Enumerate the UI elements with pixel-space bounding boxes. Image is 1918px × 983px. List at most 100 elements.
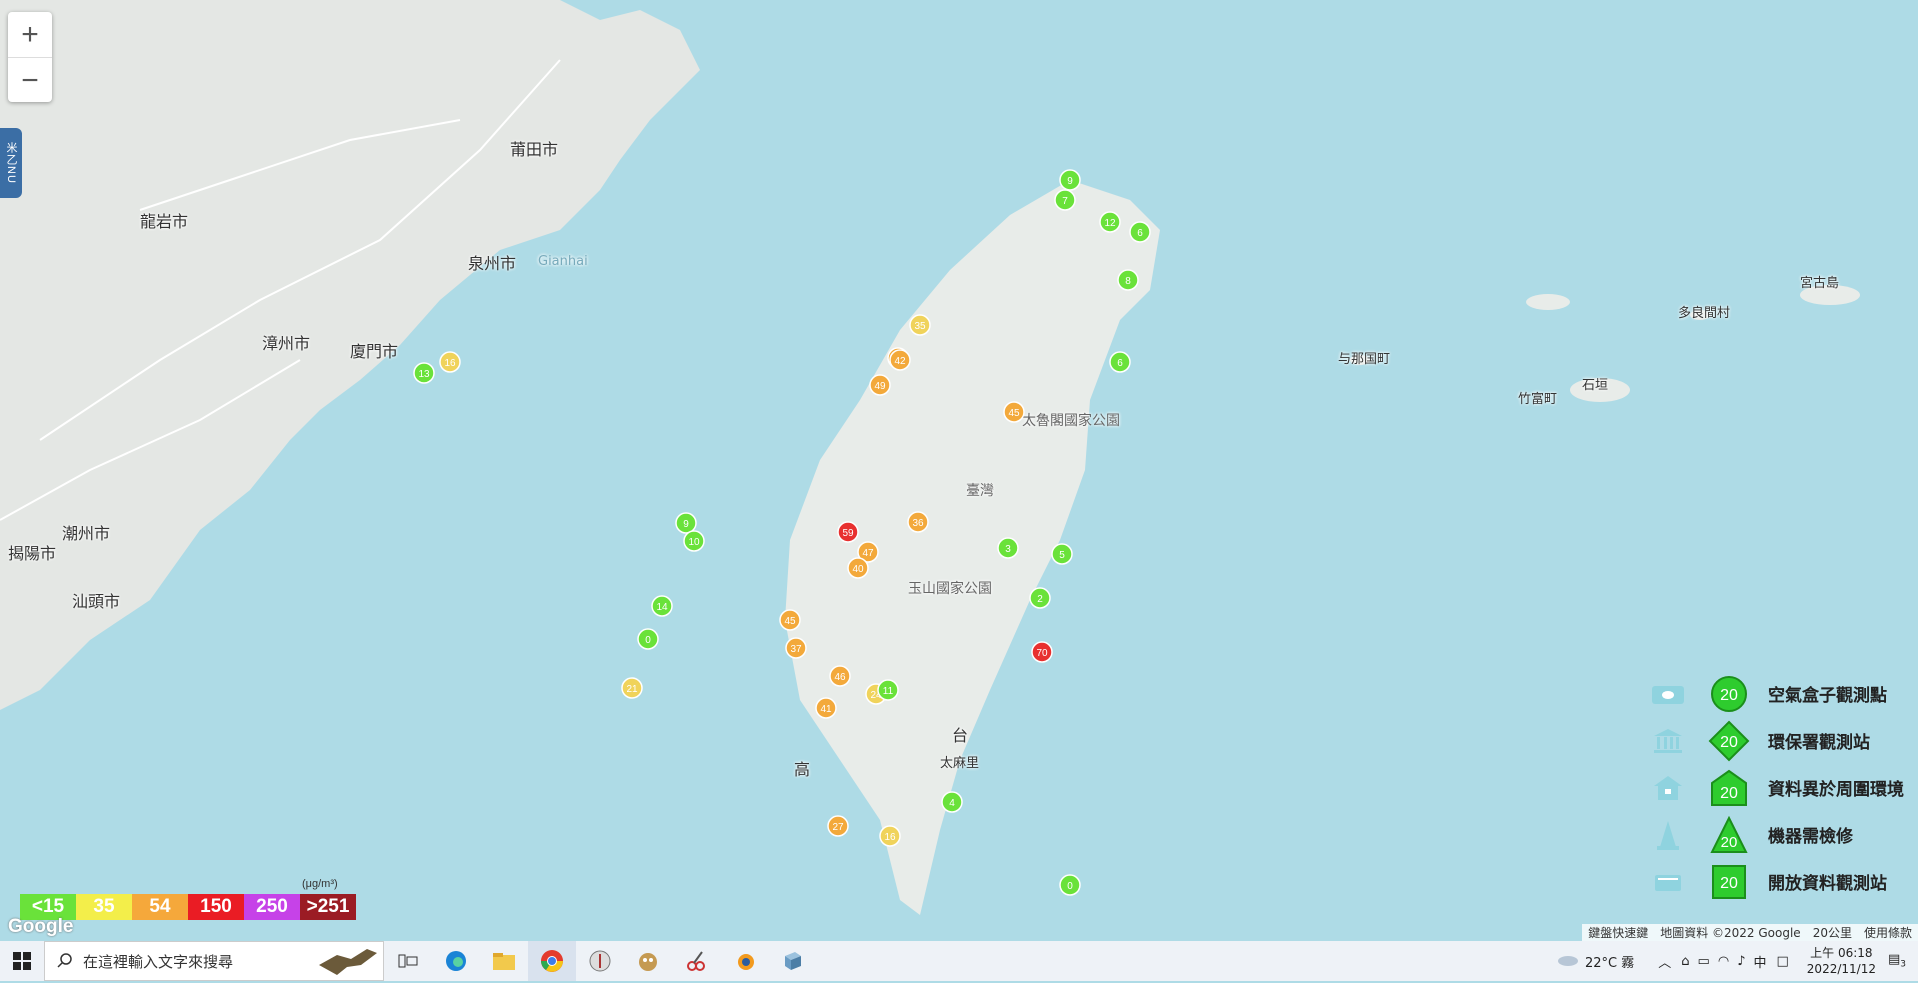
sensor-marker[interactable]: 41 [815, 697, 837, 719]
sensor-marker[interactable]: 37 [785, 637, 807, 659]
sensor-marker[interactable]: 2 [1029, 587, 1051, 609]
keyboard-shortcuts-link[interactable]: 鍵盤快速鍵 [1588, 924, 1648, 941]
menu-tab[interactable]: 米乙NU [0, 128, 22, 198]
battery-icon[interactable]: ▭ [1698, 954, 1710, 969]
sensor-value: 11 [883, 686, 894, 697]
sensor-marker[interactable]: 36 [907, 511, 929, 533]
aqi-unit: (μg/m³) [302, 878, 338, 890]
sensor-marker[interactable]: 16 [879, 825, 901, 847]
aqi-level: >251 [300, 894, 356, 920]
wifi-icon[interactable]: ◠ [1718, 954, 1729, 969]
sensor-value: 35 [914, 321, 926, 332]
sensor-marker[interactable]: 14 [651, 595, 673, 617]
sensor-value: 9 [683, 519, 689, 530]
clock[interactable]: 上午 06:18 2022/11/12 [1807, 945, 1876, 977]
sensor-marker[interactable]: 11 [877, 679, 899, 701]
zoom-in-button[interactable]: + [8, 12, 52, 58]
traffic-cone-icon [1648, 815, 1688, 855]
marker-layer[interactable]: 9126846494235594740364537414624271670459… [0, 0, 1918, 941]
sensor-value: 46 [834, 672, 846, 683]
sensor-value: 41 [820, 704, 832, 715]
sensor-value: 4 [949, 798, 955, 809]
file-explorer-icon[interactable] [480, 941, 528, 981]
diamond-marker-icon: 20 [1706, 720, 1752, 762]
legend-row: 20 開放資料觀測站 [1648, 858, 1904, 905]
legend-label: 開放資料觀測站 [1768, 874, 1887, 894]
legend-label: 機器需檢修 [1768, 827, 1853, 847]
volume-icon[interactable]: ♪ [1737, 954, 1745, 969]
sensor-value: 0 [645, 635, 651, 646]
notification-icon[interactable]: ▤3 [1888, 952, 1906, 970]
compass-app-icon[interactable] [576, 941, 624, 981]
square-marker-icon: 20 [1706, 864, 1752, 900]
sensor-marker[interactable]: 21 [621, 677, 643, 699]
map-area[interactable]: 莆田市 龍岩市 泉州市 漳州市 廈門市 潮州市 揭陽市 汕頭市 宮古島 多良間村… [0, 0, 1918, 941]
map-data-text: 地圖資料 ©2022 Google [1660, 926, 1801, 940]
sensor-marker[interactable]: 16 [439, 351, 461, 373]
sensor-marker[interactable]: 6 [1129, 221, 1151, 243]
terms-link[interactable]: 使用條款 [1864, 924, 1912, 941]
weather-text[interactable]: 22°C 霧 [1585, 952, 1634, 971]
sensor-marker[interactable]: 4 [941, 791, 963, 813]
sensor-value: 40 [852, 564, 864, 575]
sensor-marker[interactable]: 13 [413, 362, 435, 384]
sensor-marker[interactable]: 7 [1054, 189, 1076, 211]
sensor-marker[interactable]: 59 [837, 521, 859, 543]
system-tray: 22°C 霧 ︿ ⌂ ▭ ◠ ♪ 中 □ 上午 06:18 2022/11/12… [1557, 941, 1918, 981]
zoom-out-button[interactable]: − [8, 58, 52, 103]
legend-label: 空氣盒子觀測點 [1768, 686, 1887, 706]
sensor-marker[interactable]: 0 [637, 628, 659, 650]
sensor-marker[interactable]: 10 [683, 530, 705, 552]
sensor-value: 45 [784, 616, 796, 627]
time-text: 上午 06:18 [1810, 946, 1873, 960]
circle-marker-icon: 20 [1706, 675, 1752, 713]
taskbar-search[interactable]: 在這裡輸入文字來搜尋 [44, 941, 384, 981]
sensor-value: 6 [1137, 228, 1143, 239]
sensor-marker[interactable]: 45 [779, 609, 801, 631]
sensor-marker[interactable]: 9 [1059, 169, 1081, 191]
sensor-marker[interactable]: 35 [909, 314, 931, 336]
scale-bar-label[interactable]: 20公里 [1813, 924, 1852, 941]
sensor-marker[interactable]: 27 [827, 815, 849, 837]
chrome-icon[interactable] [528, 941, 576, 981]
sensor-value: 37 [790, 644, 802, 655]
sensor-value: 2 [1037, 594, 1043, 605]
triangle-marker-icon: 20 [1706, 815, 1752, 854]
legend-marker-value: 20 [1720, 785, 1738, 802]
people-icon[interactable]: ⌂ [1681, 954, 1689, 969]
sensor-value: 36 [912, 518, 924, 529]
sensor-value: 49 [874, 381, 886, 392]
sensor-marker[interactable]: 8 [1117, 269, 1139, 291]
edge-icon[interactable] [432, 941, 480, 981]
legend-label: 環保署觀測站 [1768, 733, 1870, 753]
sensor-marker[interactable]: 3 [997, 537, 1019, 559]
sensor-value: 10 [688, 537, 700, 548]
sensor-marker[interactable]: 45 [1003, 401, 1025, 423]
chevron-up-icon[interactable]: ︿ [1658, 952, 1671, 971]
ime-indicator[interactable]: 中 [1753, 952, 1766, 971]
sensor-marker[interactable]: 12 [1099, 211, 1121, 233]
blender-icon[interactable] [720, 941, 768, 981]
legend-marker-value: 20 [1720, 734, 1738, 751]
ime-mode-icon[interactable]: □ [1777, 954, 1789, 969]
task-view-button[interactable] [384, 941, 432, 981]
sensor-marker[interactable]: 42 [889, 349, 911, 371]
zoom-control: + − [8, 12, 52, 102]
app-box-icon[interactable] [768, 941, 816, 981]
google-logo: Google [8, 916, 74, 937]
sensor-marker[interactable]: 49 [869, 374, 891, 396]
house-marker-icon: 20 [1706, 769, 1752, 807]
owl-app-icon[interactable] [624, 941, 672, 981]
sensor-value: 16 [884, 832, 896, 843]
sensor-marker[interactable]: 0 [1059, 874, 1081, 896]
sensor-marker[interactable]: 5 [1051, 543, 1073, 565]
sensor-marker[interactable]: 40 [847, 557, 869, 579]
sensor-marker[interactable]: 9 [675, 512, 697, 534]
sensor-marker[interactable]: 6 [1109, 351, 1131, 373]
sensor-marker[interactable]: 46 [829, 665, 851, 687]
sensor-value: 6 [1117, 358, 1123, 369]
sensor-marker[interactable]: 70 [1031, 641, 1053, 663]
sensor-value: 70 [1036, 648, 1048, 659]
start-button[interactable] [0, 941, 44, 981]
snipping-tool-icon[interactable] [672, 941, 720, 981]
